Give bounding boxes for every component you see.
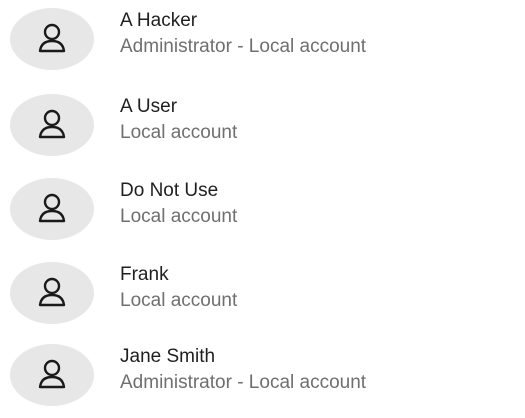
account-name: A Hacker <box>120 10 198 31</box>
person-icon <box>38 193 66 223</box>
account-item-jane-smith[interactable]: Jane Smith Administrator - Local account <box>0 338 525 418</box>
account-type: Administrator - Local account <box>120 372 367 393</box>
person-icon <box>38 359 66 389</box>
account-item-frank[interactable]: Frank Local account <box>0 256 525 336</box>
person-icon <box>38 109 66 139</box>
avatar <box>10 8 94 70</box>
person-icon <box>38 23 66 53</box>
account-type: Local account <box>120 122 238 143</box>
account-name: Do Not Use <box>120 180 219 201</box>
account-item-a-hacker[interactable]: A Hacker Administrator - Local account <box>0 2 525 82</box>
account-type: Local account <box>120 206 238 227</box>
avatar <box>10 262 94 324</box>
account-type: Local account <box>120 290 238 311</box>
account-type: Administrator - Local account <box>120 36 367 57</box>
account-name: Jane Smith <box>120 346 216 367</box>
avatar <box>10 94 94 156</box>
person-icon <box>38 277 66 307</box>
account-item-a-user[interactable]: A User Local account <box>0 88 525 168</box>
account-name: Frank <box>120 264 169 285</box>
avatar <box>10 344 94 406</box>
account-name: A User <box>120 96 178 117</box>
account-list: A Hacker Administrator - Local account A… <box>0 0 525 406</box>
avatar <box>10 178 94 240</box>
account-item-do-not-use[interactable]: Do Not Use Local account <box>0 172 525 252</box>
